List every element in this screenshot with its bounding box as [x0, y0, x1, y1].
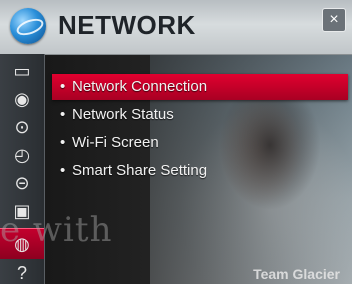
menu-item-label: Network Status — [72, 106, 174, 123]
menu-item-label: Network Connection — [72, 78, 208, 95]
menu-item-network-connection[interactable]: • Network Connection — [52, 74, 348, 100]
menu-item-label: Wi-Fi Screen — [72, 134, 159, 151]
lock-icon[interactable]: ⊝ — [8, 172, 36, 194]
menu-item-smart-share-setting[interactable]: • Smart Share Setting — [52, 158, 348, 184]
menu-item-label: Smart Share Setting — [72, 162, 208, 179]
bullet: • — [60, 162, 66, 179]
menu-item-network-status[interactable]: • Network Status — [52, 102, 348, 128]
audio-icon[interactable]: ◉ — [8, 88, 36, 110]
network-globe-icon — [10, 8, 46, 44]
video-caption: Team Glacier — [253, 266, 340, 282]
close-button[interactable]: × — [322, 8, 346, 32]
watermark-text: e with — [0, 210, 113, 250]
help-icon[interactable]: ? — [8, 262, 36, 284]
page-title: NETWORK — [58, 10, 196, 40]
network-menu: • Network Connection • Network Status • Wi-… — [52, 74, 348, 186]
picture-icon[interactable]: ▭ — [8, 60, 36, 82]
bullet: • — [60, 134, 66, 151]
time-icon[interactable]: ◴ — [8, 144, 36, 166]
bullet: • — [60, 78, 66, 95]
header-bar: NETWORK × — [0, 0, 352, 55]
menu-item-wifi-screen[interactable]: • Wi-Fi Screen — [52, 130, 348, 156]
channel-icon[interactable]: ⊙ — [8, 116, 36, 138]
bullet: • — [60, 106, 66, 123]
